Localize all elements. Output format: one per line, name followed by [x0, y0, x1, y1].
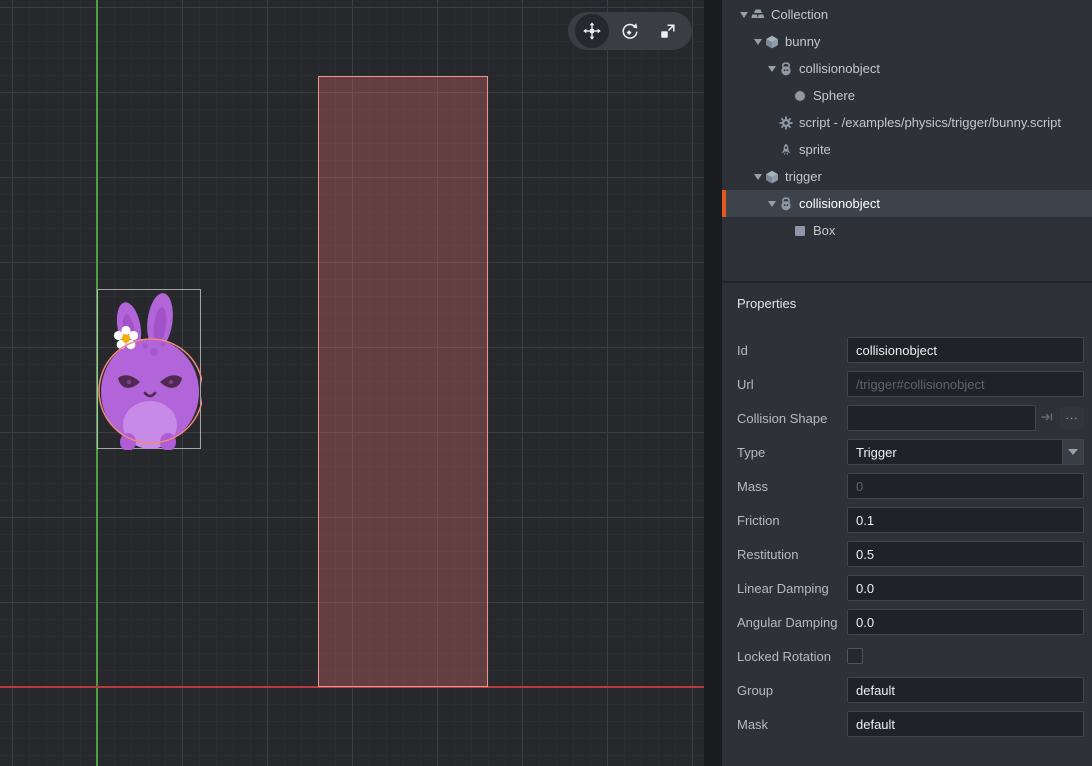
box-icon [792, 224, 807, 238]
scale-icon [659, 22, 677, 40]
type-dropdown-button[interactable] [1062, 439, 1084, 465]
expander-triangle-icon[interactable] [765, 201, 778, 207]
expander-triangle-icon[interactable] [737, 12, 750, 18]
property-label: Type [737, 445, 847, 460]
goto-arrow-icon [1040, 410, 1054, 427]
outline-row[interactable]: collisionobject [722, 55, 1092, 82]
property-row: Mass [737, 473, 1084, 499]
group-field[interactable] [847, 677, 1084, 703]
collision-shape-field[interactable] [847, 405, 1036, 431]
property-label: Group [737, 683, 847, 698]
trigger-collision-box[interactable] [318, 76, 488, 687]
property-label: Url [737, 377, 847, 392]
outline-row[interactable]: bunny [722, 28, 1092, 55]
property-row: Friction [737, 507, 1084, 533]
property-label: Linear Damping [737, 581, 847, 596]
move-tool-button[interactable] [575, 14, 609, 48]
collision-shape-open-resource-button[interactable] [1036, 405, 1058, 431]
type-select-value[interactable]: Trigger [847, 439, 1062, 465]
restitution-field[interactable] [847, 541, 1084, 567]
property-label: Mass [737, 479, 847, 494]
property-row: Locked Rotation [737, 643, 1084, 669]
property-label: Friction [737, 513, 847, 528]
gameobject-icon [764, 170, 779, 184]
linear-damping-field[interactable] [847, 575, 1084, 601]
property-label: Collision Shape [737, 411, 847, 426]
outline-row[interactable]: Sphere [722, 82, 1092, 109]
right-panel: Collection bunny collisionobject Sphere … [722, 0, 1092, 766]
outline-row[interactable]: Box [722, 217, 1092, 244]
bunny-sprite-image [98, 290, 202, 450]
property-label: Locked Rotation [737, 649, 847, 664]
property-label: Angular Damping [737, 615, 847, 630]
id-field[interactable] [847, 337, 1084, 363]
angular-damping-field[interactable] [847, 609, 1084, 635]
defold-editor-window: Collection bunny collisionobject Sphere … [0, 0, 1092, 766]
property-row: Url [737, 371, 1084, 397]
property-label: Id [737, 343, 847, 358]
outline-row-label: collisionobject [799, 196, 880, 211]
property-row: Angular Damping [737, 609, 1084, 635]
outline-row[interactable]: sprite [722, 136, 1092, 163]
move-icon [583, 22, 601, 40]
outline-row[interactable]: script - /examples/physics/trigger/bunny… [722, 109, 1092, 136]
scale-tool-button[interactable] [651, 14, 685, 48]
outline-panel: Collection bunny collisionobject Sphere … [722, 0, 1092, 283]
scene-viewport[interactable] [0, 0, 704, 766]
locked-rotation-checkbox[interactable] [847, 648, 863, 664]
properties-panel: Properties Id Url Collision Shape ... Ty… [722, 283, 1092, 766]
properties-title: Properties [737, 283, 1084, 311]
collection-icon [750, 8, 765, 21]
property-row: Type Trigger [737, 439, 1084, 465]
sphere-icon [792, 89, 807, 103]
bunny-sprite[interactable] [97, 289, 201, 449]
mask-field[interactable] [847, 711, 1084, 737]
panel-splitter[interactable] [704, 0, 722, 766]
friction-field[interactable] [847, 507, 1084, 533]
type-select[interactable]: Trigger [847, 439, 1084, 465]
outline-row-label: Box [813, 223, 835, 238]
outline-row[interactable]: Collection [722, 1, 1092, 28]
property-label: Mask [737, 717, 847, 732]
outline-row-label: sprite [799, 142, 831, 157]
property-row: Linear Damping [737, 575, 1084, 601]
outline-row-label: bunny [785, 34, 820, 49]
property-row: Mask [737, 711, 1084, 737]
script-icon [778, 116, 793, 130]
outline-row-label: Collection [771, 7, 828, 22]
collisionobject-icon [778, 197, 793, 211]
outline-row[interactable]: trigger [722, 163, 1092, 190]
collision-shape-browse-button[interactable]: ... [1060, 407, 1084, 429]
expander-triangle-icon[interactable] [765, 66, 778, 72]
rotate-icon [621, 22, 639, 40]
property-row: Collision Shape ... [737, 405, 1084, 431]
outline-row-selected[interactable]: collisionobject [722, 190, 1092, 217]
expander-triangle-icon[interactable] [751, 174, 764, 180]
property-row: Restitution [737, 541, 1084, 567]
collisionobject-icon [778, 62, 793, 76]
rotate-tool-button[interactable] [613, 14, 647, 48]
property-row: Id [737, 337, 1084, 363]
outline-row-label: Sphere [813, 88, 855, 103]
property-label: Restitution [737, 547, 847, 562]
outline-row-label: script - /examples/physics/trigger/bunny… [799, 115, 1061, 130]
outline-row-label: trigger [785, 169, 822, 184]
chevron-down-icon [1068, 449, 1078, 455]
outline-row-label: collisionobject [799, 61, 880, 76]
sprite-icon [778, 143, 793, 157]
expander-triangle-icon[interactable] [751, 39, 764, 45]
mass-field [847, 473, 1084, 499]
url-field [847, 371, 1084, 397]
viewport-toolbar [568, 12, 692, 50]
gameobject-icon [764, 35, 779, 49]
property-row: Group [737, 677, 1084, 703]
